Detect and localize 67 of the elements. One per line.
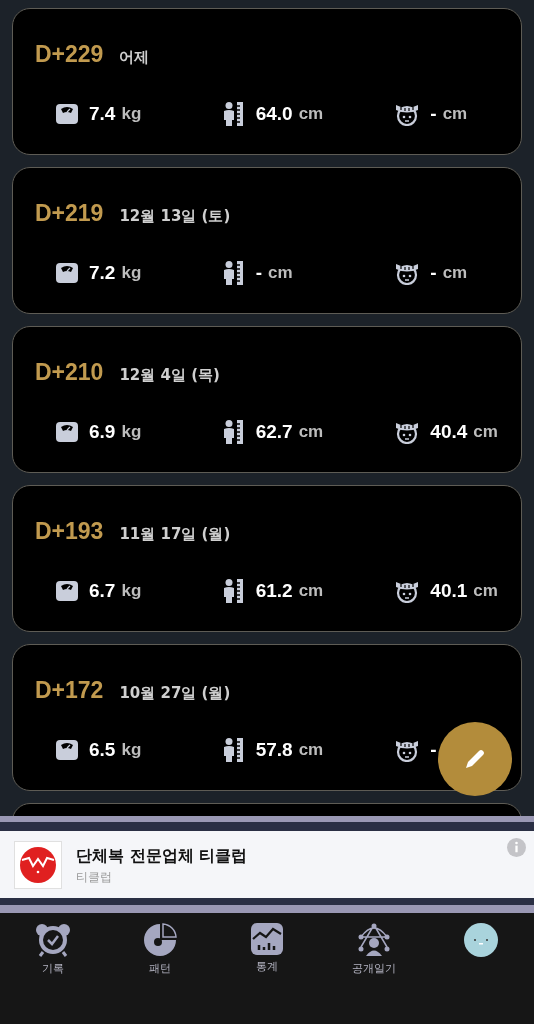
tab-button[interactable]: 공개일기	[320, 923, 428, 978]
head-value: 40.1	[430, 578, 468, 603]
day-count: D+172	[35, 676, 104, 705]
height-ruler-icon	[221, 259, 246, 286]
record-card[interactable]: D+219 12월 13일 (토) 7.2 kg - cm - cm	[12, 167, 522, 314]
height-value: -	[255, 260, 262, 285]
unit-label: kg	[121, 739, 142, 761]
tab-button[interactable]: 기록	[0, 923, 107, 978]
day-count: D+210	[35, 358, 104, 387]
record-card[interactable]: D+229 어제 7.4 kg 64.0 cm - cm	[12, 8, 522, 155]
head-value: -	[430, 260, 437, 285]
record-date: 12월 4일 (목)	[119, 365, 220, 386]
tab-button[interactable]: 통계	[213, 923, 321, 976]
record-date: 어제	[119, 47, 150, 68]
record-card[interactable]: D+210 12월 4일 (목) 6.9 kg 62.7 cm 40.4 cm	[12, 326, 522, 473]
unit-label: cm	[473, 580, 498, 602]
advertiser-logo	[14, 840, 62, 889]
unit-label: kg	[121, 580, 142, 602]
avatar-icon	[463, 923, 498, 957]
head-value: 40.4	[430, 419, 468, 444]
record-date: 12월 13일 (토)	[119, 206, 231, 227]
scale-icon	[55, 102, 79, 125]
height-value: 61.2	[255, 578, 293, 603]
unit-label: cm	[268, 262, 293, 284]
head-value: -	[430, 737, 437, 762]
record-card[interactable]: D+172 10월 27일 (월) 6.5 kg 57.8 cm -	[12, 644, 522, 791]
day-count: D+219	[35, 199, 104, 228]
unit-label: cm	[298, 103, 324, 125]
height-value: 62.7	[255, 419, 293, 444]
network-person-icon	[356, 923, 391, 957]
weight-value: 6.7	[89, 578, 116, 603]
unit-label: cm	[298, 739, 324, 761]
weight-value: 7.4	[89, 101, 116, 126]
tab-button[interactable]: 패턴	[106, 923, 214, 978]
record-date: 10월 27일 (월)	[119, 683, 231, 704]
height-value: 57.8	[255, 737, 293, 762]
ad-banner[interactable]: 단체복 전문업체 티클럽 티클럽	[0, 831, 534, 898]
chart-icon	[251, 923, 283, 955]
scale-icon	[55, 261, 79, 284]
unit-label: kg	[121, 421, 142, 443]
height-ruler-icon	[221, 577, 246, 604]
weight-value: 6.5	[89, 737, 116, 762]
day-count: D+193	[35, 517, 104, 546]
height-ruler-icon	[221, 736, 246, 763]
weight-value: 7.2	[89, 260, 116, 285]
unit-label: cm	[473, 421, 498, 443]
unit-label: cm	[298, 421, 324, 443]
height-ruler-icon	[221, 418, 246, 445]
record-card[interactable]: D+193 11월 17일 (월) 6.7 kg 61.2 cm 40.1 cm	[12, 485, 522, 632]
scale-icon	[55, 738, 79, 761]
scale-icon	[55, 420, 79, 443]
ad-title: 단체복 전문업체 티클럽	[76, 844, 248, 867]
ad-advertiser: 티클럽	[76, 868, 113, 886]
weight-value: 6.9	[89, 419, 116, 444]
unit-label: cm	[298, 580, 324, 602]
height-value: 64.0	[255, 101, 293, 126]
unit-label: kg	[121, 103, 142, 125]
height-ruler-icon	[221, 100, 246, 127]
unit-label: kg	[121, 262, 142, 284]
head-value: -	[430, 101, 437, 126]
pie-chart-icon	[143, 923, 178, 957]
day-count: D+229	[35, 40, 104, 69]
record-date: 11월 17일 (월)	[119, 524, 231, 545]
scale-icon	[55, 579, 79, 602]
alarm-clock-icon	[35, 923, 72, 957]
unit-label: cm	[442, 103, 468, 125]
unit-label: cm	[442, 262, 468, 284]
